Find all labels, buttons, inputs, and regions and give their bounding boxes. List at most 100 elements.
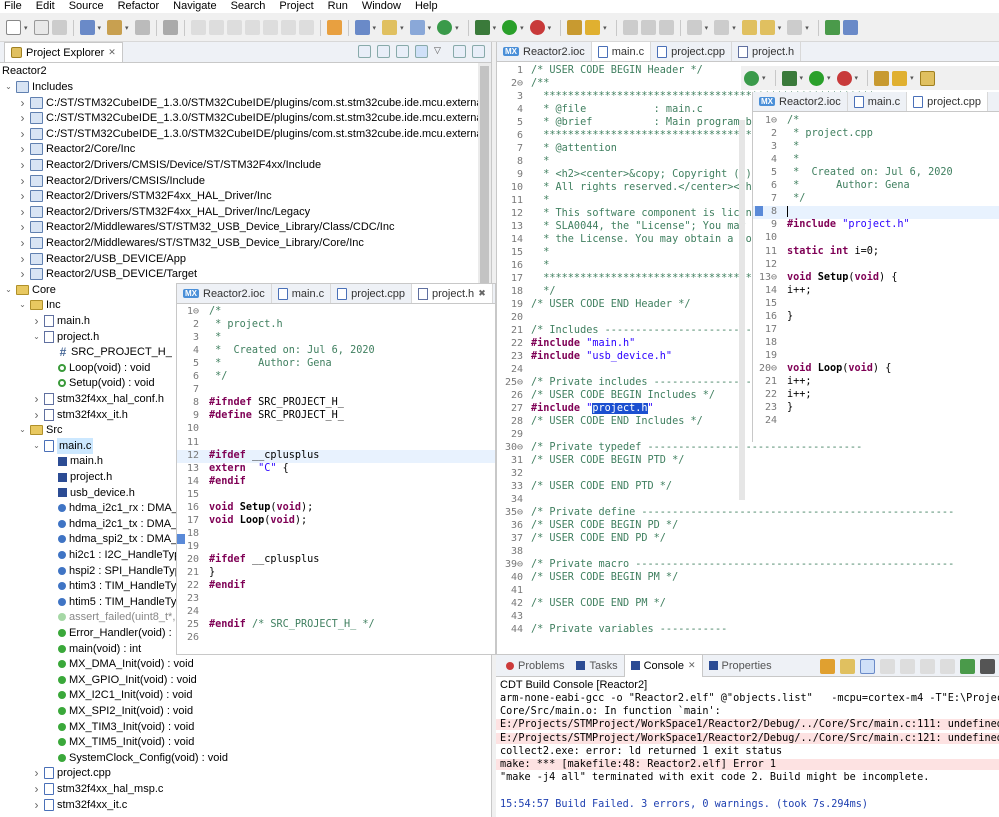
tree-item[interactable]: › stm32f4xx_hal_conf.h: [32, 391, 165, 407]
menu-run[interactable]: Run: [328, 0, 348, 13]
chevron-right-icon[interactable]: ›: [18, 141, 27, 157]
tree-item[interactable]: › stm32f4xx_it.c: [32, 797, 128, 813]
menu-help[interactable]: Help: [415, 0, 438, 13]
tree-item[interactable]: › Reactor2/Core/Inc: [18, 141, 136, 157]
tree-item[interactable]: › Reactor2/Drivers/STM32F4xx_HAL_Driver/I…: [18, 204, 311, 220]
save-icon[interactable]: [33, 20, 49, 35]
open-type-icon[interactable]: [874, 70, 890, 86]
code-line[interactable]: *: [531, 156, 549, 167]
chevron-right-icon[interactable]: ›: [18, 95, 27, 111]
project-cpp-code-area[interactable]: 1⊖ /* 2 * project.cpp 3 * 4 * 5 * Created on:…: [753, 112, 999, 442]
menu-refactor[interactable]: Refactor: [118, 0, 160, 13]
code-line[interactable]: /* USER CODE END PM */: [531, 598, 666, 609]
chevron-right-icon[interactable]: ›: [32, 407, 41, 423]
tree-item[interactable]: # SRC_PROJECT_H_: [46, 344, 172, 360]
tree-item[interactable]: › Reactor2/Middlewares/ST/STM32_USB_Devic…: [18, 235, 364, 251]
code-line[interactable]: */: [787, 193, 805, 204]
word-wrap-icon[interactable]: [840, 659, 855, 674]
close-icon[interactable]: ✕: [688, 660, 696, 671]
tree-item[interactable]: › C:/ST/STM32CubeIDE_1.3.0/STM32CubeIDE/p…: [18, 126, 492, 142]
code-line[interactable]: /**: [531, 78, 549, 89]
tree-item[interactable]: › stm32f4xx_hal_msp.c: [32, 781, 164, 797]
tree-item[interactable]: MX_I2C1_Init(void) : void: [46, 687, 193, 703]
clear-console-icon[interactable]: [900, 659, 915, 674]
chevron-right-icon[interactable]: ›: [18, 251, 27, 267]
code-line[interactable]: void Loop(void);: [209, 515, 307, 526]
menu-project[interactable]: Project: [279, 0, 313, 13]
tree-item[interactable]: › Reactor2/USB_DEVICE/App: [18, 251, 187, 267]
menu-file[interactable]: File: [4, 0, 22, 13]
tab-project-h[interactable]: project.h ✖: [411, 284, 493, 303]
chevron-right-icon[interactable]: ›: [18, 266, 27, 282]
menu-search[interactable]: Search: [231, 0, 266, 13]
tree-item[interactable]: assert_failed(uint8_t*,: [46, 609, 175, 625]
save-all-icon[interactable]: [51, 20, 67, 35]
search-icon[interactable]: [585, 20, 601, 35]
code-line[interactable]: * All rights reserved.</center></h2>: [531, 182, 764, 193]
maximize-icon[interactable]: [472, 45, 485, 58]
chevron-right-icon[interactable]: ›: [18, 157, 27, 173]
console-view-menu-icon[interactable]: [980, 659, 995, 674]
code-line[interactable]: */: [209, 371, 227, 382]
minimize-icon[interactable]: [453, 45, 466, 58]
close-icon[interactable]: ✖: [478, 288, 486, 299]
tree-item[interactable]: hdma_spi2_tx : DMA_: [46, 531, 177, 547]
chevron-right-icon[interactable]: ›: [32, 765, 41, 781]
project-tree-scroll-thumb[interactable]: [480, 66, 489, 288]
code-line[interactable]: /* USER CODE END PTD */: [531, 481, 672, 492]
external-tools-icon[interactable]: [836, 70, 852, 86]
view-menu-icon[interactable]: ▽: [434, 45, 447, 58]
chevron-right-icon[interactable]: ›: [18, 126, 27, 142]
code-line[interactable]: #define SRC_PROJECT_H_: [209, 410, 344, 421]
copy-icon[interactable]: [920, 659, 935, 674]
coverage-icon[interactable]: [437, 20, 453, 35]
tree-item[interactable]: htim5 : TIM_HandleTy: [46, 594, 176, 610]
code-line[interactable]: i++;: [787, 285, 812, 296]
code-line[interactable]: extern "C" {: [209, 463, 289, 474]
code-line[interactable]: /* Private typedef ---------------------…: [531, 442, 862, 453]
code-line[interactable]: void Setup(void);: [209, 502, 313, 513]
code-line[interactable]: }: [209, 567, 215, 578]
chevron-right-icon[interactable]: ›: [18, 173, 27, 189]
code-line[interactable]: #include "main.h": [531, 338, 635, 349]
tree-item[interactable]: MX_DMA_Init(void) : void: [46, 656, 194, 672]
chevron-right-icon[interactable]: ›: [18, 204, 27, 220]
collapse-all-icon[interactable]: [396, 45, 409, 58]
code-line[interactable]: * Author: Gena: [787, 180, 910, 191]
tree-item[interactable]: ⌄ Inc: [18, 297, 61, 313]
tab-reactor2-ioc[interactable]: MX Reactor2.ioc: [497, 42, 592, 61]
code-line[interactable]: *: [787, 154, 799, 165]
tree-item[interactable]: ⌄ Core: [4, 282, 56, 298]
new-file-icon[interactable]: [409, 20, 425, 35]
code-line[interactable]: #include "project.h": [787, 219, 910, 230]
coverage-icon[interactable]: [744, 70, 759, 86]
tree-item[interactable]: hdma_i2c1_rx : DMA_: [46, 500, 178, 516]
code-line[interactable]: /* USER CODE BEGIN PTD */: [531, 455, 684, 466]
chevron-right-icon[interactable]: ›: [18, 235, 27, 251]
tree-item[interactable]: usb_device.h: [46, 485, 135, 501]
code-line[interactable]: /* Private macro -----------------------…: [531, 559, 954, 570]
tree-item[interactable]: ⌄ main.c: [32, 437, 94, 454]
terminate-icon[interactable]: [226, 20, 242, 35]
back-icon[interactable]: [759, 20, 775, 35]
chevron-down-icon[interactable]: ⌄: [32, 438, 41, 454]
tree-item[interactable]: › project.cpp: [32, 765, 111, 781]
step-return-icon[interactable]: [298, 20, 314, 35]
tree-item[interactable]: project.h: [46, 469, 112, 485]
chevron-right-icon[interactable]: ›: [32, 313, 41, 329]
tab-tasks[interactable]: Tasks: [570, 655, 623, 677]
chevron-right-icon[interactable]: ›: [18, 110, 27, 126]
tab-reactor2-ioc[interactable]: MX Reactor2.ioc: [753, 92, 848, 111]
code-line[interactable]: * project.cpp: [787, 128, 873, 139]
tree-item[interactable]: › Reactor2/USB_DEVICE/Target: [18, 266, 198, 282]
new-project-icon[interactable]: [354, 20, 370, 35]
code-line[interactable]: *: [787, 141, 799, 152]
step-into-icon[interactable]: [262, 20, 278, 35]
tab-project-cpp[interactable]: project.cpp: [331, 284, 412, 303]
code-line[interactable]: i++;: [787, 389, 812, 400]
project-h-code-area[interactable]: 1⊖ /* 2 * project.h 3 * 4 * Created on: Jul …: [177, 304, 495, 654]
tree-item[interactable]: hdma_i2c1_tx : DMA_: [46, 516, 177, 532]
remove-launch-icon[interactable]: [940, 659, 955, 674]
code-line[interactable]: }: [787, 402, 793, 413]
show-whitespace-icon[interactable]: [658, 20, 674, 35]
